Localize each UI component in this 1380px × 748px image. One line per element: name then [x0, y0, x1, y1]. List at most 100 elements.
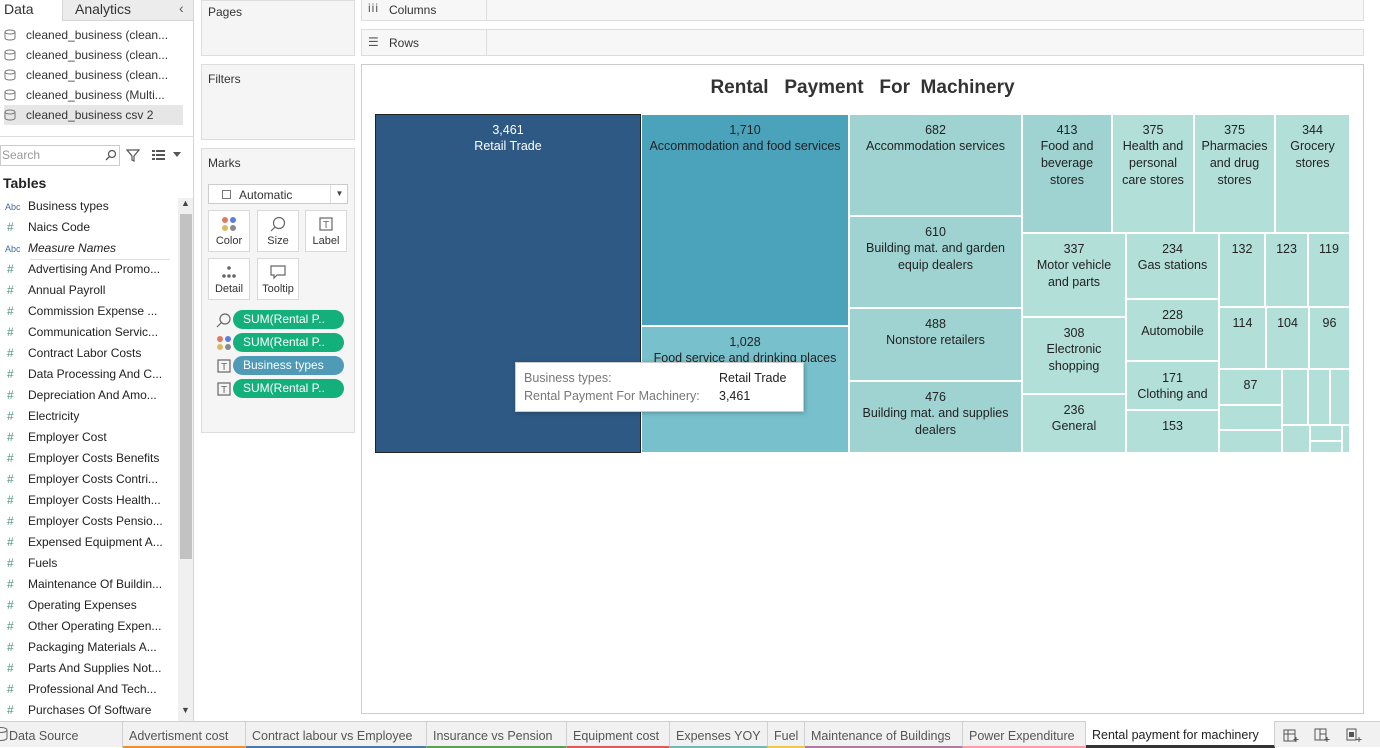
data-source-item[interactable]: cleaned_business (clean... [4, 25, 184, 45]
treemap-tile-value-104[interactable]: 104 [1266, 307, 1309, 369]
new-dashboard-icon[interactable] [1314, 727, 1330, 743]
field-item[interactable]: # Employer Costs Benefits [0, 448, 172, 469]
mark-type-select[interactable]: Automatic ▼ [208, 184, 348, 204]
color-pill[interactable]: SUM(Rental P.. [233, 333, 344, 352]
field-item[interactable]: # Other Operating Expen... [0, 616, 172, 637]
treemap-tile-value-119[interactable]: 119 [1308, 233, 1350, 307]
treemap-tile-small[interactable] [1282, 425, 1310, 453]
filter-icon[interactable] [126, 148, 140, 162]
sheet-tab[interactable]: Fuel [768, 722, 805, 748]
detail-button[interactable]: Detail [208, 258, 250, 300]
view-list-icon[interactable] [152, 149, 166, 161]
collapse-chevron-icon[interactable]: ‹ [179, 0, 184, 16]
label-button[interactable]: T Label [305, 210, 347, 252]
treemap-tile-small[interactable] [1308, 369, 1330, 425]
treemap-tile-clothing-and[interactable]: 171 Clothing and [1126, 361, 1219, 410]
color-button[interactable]: Color [208, 210, 250, 252]
treemap-tile-small[interactable] [1219, 405, 1282, 430]
treemap-tile-general[interactable]: 236 General [1022, 394, 1126, 453]
treemap-tile-building-mat-and-supplies-dealers[interactable]: 476 Building mat. and supplies dealers [849, 381, 1022, 453]
field-item[interactable]: # Annual Payroll [0, 280, 172, 301]
field-item[interactable]: # Depreciation And Amo... [0, 385, 172, 406]
sheet-tab[interactable]: Maintenance of Buildings [805, 722, 963, 748]
pages-card[interactable]: Pages [201, 0, 355, 56]
treemap-tile-value-114[interactable]: 114 [1219, 307, 1266, 369]
treemap-tile-food-and-beverage-stores[interactable]: 413 Food and beverage stores [1022, 114, 1112, 233]
sheet-tab[interactable]: Equipment cost [567, 722, 670, 748]
label-pill-sum[interactable]: SUM(Rental P.. [233, 379, 344, 398]
field-item[interactable]: # Professional And Tech... [0, 679, 172, 700]
data-source-item[interactable]: cleaned_business (clean... [4, 65, 184, 85]
field-item[interactable]: # Communication Servic... [0, 322, 172, 343]
search-input[interactable]: Search [0, 145, 120, 166]
field-item[interactable]: # Contract Labor Costs [0, 343, 172, 364]
data-source-item[interactable]: cleaned_business csv 2 [4, 105, 183, 125]
scrollbar[interactable]: ▲ ▼ [178, 198, 193, 721]
sheet-tab[interactable]: Power Expenditure [963, 722, 1086, 748]
tooltip-button[interactable]: Tooltip [257, 258, 299, 300]
treemap-tile-health-and-personal-care-stores[interactable]: 375 Health and personal care stores [1112, 114, 1194, 233]
treemap-tile-small[interactable] [1282, 369, 1308, 425]
new-worksheet-icon[interactable] [1283, 727, 1299, 743]
treemap-tile-grocery-stores[interactable]: 344 Grocery stores [1275, 114, 1350, 233]
field-item[interactable]: # Advertising And Promo... [0, 259, 172, 280]
field-item[interactable]: # Employer Costs Health... [0, 490, 172, 511]
treemap-tile-small[interactable] [1330, 369, 1350, 425]
filters-card[interactable]: Filters [201, 64, 355, 140]
field-item[interactable]: # Fuels [0, 553, 172, 574]
treemap-tile-small[interactable] [1310, 425, 1342, 441]
field-item[interactable]: # Employer Costs Pensio... [0, 511, 172, 532]
treemap-tile-value-96[interactable]: 96 [1309, 307, 1350, 369]
treemap-tile-value-123[interactable]: 123 [1265, 233, 1308, 307]
scroll-up-icon[interactable]: ▲ [181, 198, 190, 208]
new-story-icon[interactable] [1346, 727, 1362, 743]
tab-analytics[interactable]: Analytics ‹ [62, 0, 193, 21]
field-item[interactable]: # Packaging Materials A... [0, 637, 172, 658]
treemap-tile-building-mat-and-garden-equip-dealers[interactable]: 610 Building mat. and garden equip dealer… [849, 216, 1022, 308]
treemap-tile-pharmacies-and-drug-stores[interactable]: 375 Pharmacies and drug stores [1194, 114, 1275, 233]
sheet-tab[interactable]: Rental payment for machinery [1086, 721, 1275, 748]
field-item[interactable]: # Data Processing And C... [0, 364, 172, 385]
field-item[interactable]: # Parts And Supplies Not... [0, 658, 172, 679]
data-source-tab[interactable]: Data Source [0, 722, 123, 748]
size-pill[interactable]: SUM(Rental P.. [233, 310, 344, 329]
data-source-item[interactable]: cleaned_business (Multi... [4, 85, 184, 105]
field-item[interactable]: # Maintenance Of Buildin... [0, 574, 172, 595]
treemap-tile-accommodation-services[interactable]: 682 Accommodation services [849, 114, 1022, 216]
treemap-tile-accommodation-and-food-services[interactable]: 1,710 Accommodation and food services [641, 114, 849, 326]
treemap-tile-automobile[interactable]: 228 Automobile [1126, 299, 1219, 361]
field-item[interactable]: # Naics Code [0, 217, 172, 238]
field-item[interactable]: # Purchases Of Software [0, 700, 172, 721]
chevron-down-icon[interactable] [173, 152, 181, 158]
field-item[interactable]: Abc Business types [0, 196, 172, 217]
treemap-tile-small[interactable] [1219, 430, 1282, 453]
field-item[interactable]: # Electricity [0, 406, 172, 427]
field-item[interactable]: # Expensed Equipment A... [0, 532, 172, 553]
field-item[interactable]: # Employer Costs Contri... [0, 469, 172, 490]
data-source-item[interactable]: cleaned_business (clean... [4, 45, 184, 65]
size-button[interactable]: Size [257, 210, 299, 252]
treemap-tile-nonstore-retailers[interactable]: 488 Nonstore retailers [849, 308, 1022, 381]
field-item[interactable]: Abc Measure Names [0, 238, 172, 259]
label-pill-business-types[interactable]: Business types [233, 356, 344, 375]
columns-shelf[interactable]: iii Columns [361, 0, 1364, 21]
sheet-tab[interactable]: Insurance vs Pension [427, 722, 567, 748]
tab-data[interactable]: Data [0, 0, 62, 21]
treemap-tile-value-132[interactable]: 132 [1219, 233, 1265, 307]
field-item[interactable]: # Employer Cost [0, 427, 172, 448]
treemap-tile-value-87[interactable]: 87 [1219, 369, 1282, 405]
field-item[interactable]: # Commission Expense ... [0, 301, 172, 322]
sheet-tab[interactable]: Contract labour vs Employee [246, 722, 427, 748]
treemap-tile-small[interactable] [1310, 441, 1342, 453]
treemap-tile-gas-stations[interactable]: 234 Gas stations [1126, 233, 1219, 299]
treemap-tile-small[interactable] [1342, 425, 1350, 453]
scroll-down-icon[interactable]: ▼ [181, 705, 190, 715]
sheet-tab[interactable]: Expenses YOY [670, 722, 768, 748]
treemap-tile-electronic-shopping[interactable]: 308 Electronic shopping [1022, 317, 1126, 394]
field-item[interactable]: # Operating Expenses [0, 595, 172, 616]
treemap-tile-value-153[interactable]: 153 [1126, 410, 1219, 453]
treemap-tile-motor-vehicle-and-parts[interactable]: 337 Motor vehicle and parts [1022, 233, 1126, 317]
rows-shelf[interactable]: ☰ Rows [361, 29, 1364, 56]
scrollbar-thumb[interactable] [180, 214, 192, 559]
sheet-tab[interactable]: Advertisment cost [123, 722, 246, 748]
